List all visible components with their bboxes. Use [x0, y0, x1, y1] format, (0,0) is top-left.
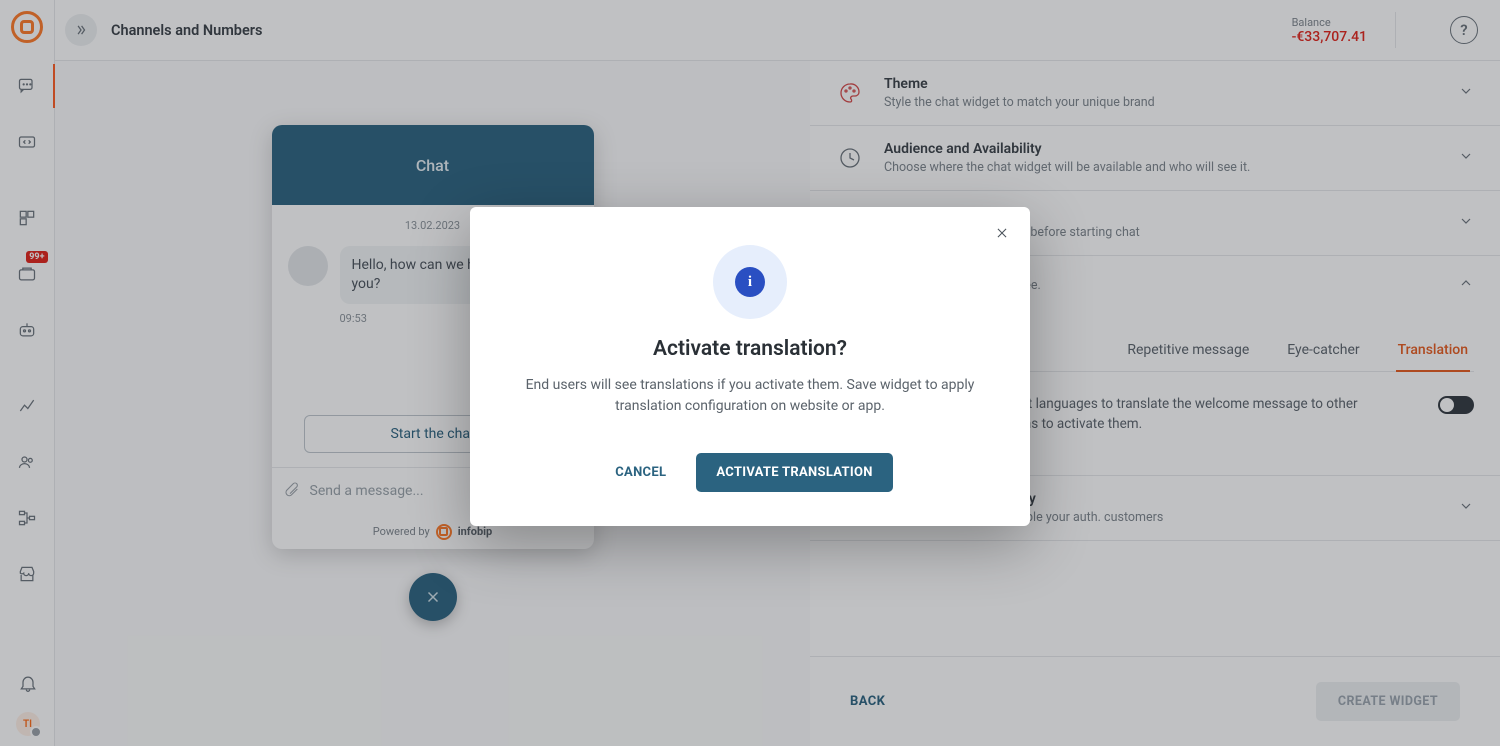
modal-description: End users will see translations if you a… — [510, 375, 990, 417]
activate-translation-modal: i Activate translation? End users will s… — [470, 207, 1030, 526]
modal-title: Activate translation? — [510, 337, 990, 361]
modal-close-button[interactable] — [992, 223, 1012, 243]
info-icon: i — [713, 245, 787, 319]
activate-translation-button[interactable]: ACTIVATE TRANSLATION — [696, 453, 892, 492]
cancel-button[interactable]: CANCEL — [607, 453, 674, 492]
